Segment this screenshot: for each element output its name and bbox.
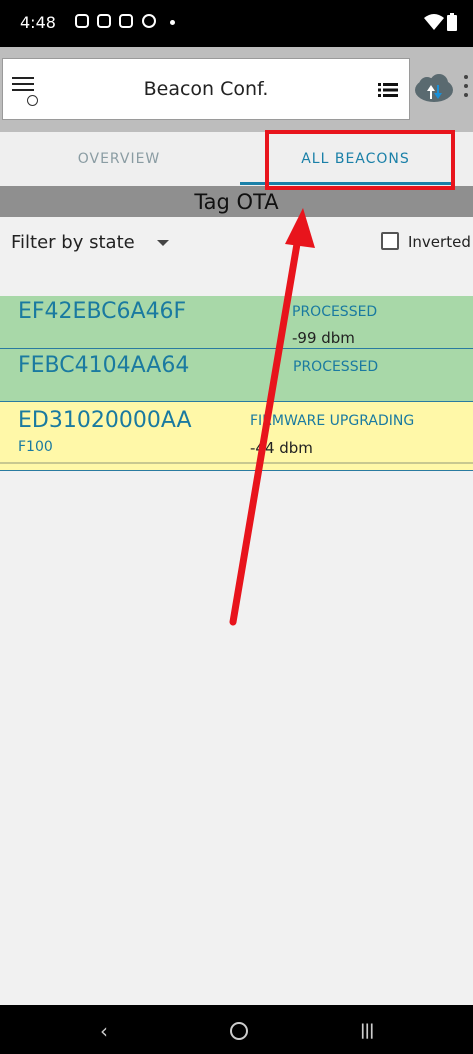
tab-overview[interactable]: OVERVIEW xyxy=(0,132,238,186)
app-bar: Beacon Conf. xyxy=(0,47,473,132)
list-view-icon[interactable] xyxy=(378,82,398,98)
beacon-list-item[interactable]: FEBC4104AA64 PROCESSED xyxy=(0,349,473,402)
beacon-id: EF42EBC6A46F xyxy=(18,299,187,324)
inverted-checkbox[interactable] xyxy=(381,232,399,250)
notification-icon xyxy=(142,14,156,28)
beacon-state: PROCESSED xyxy=(293,359,379,375)
title-card: Beacon Conf. xyxy=(2,58,410,120)
back-icon[interactable]: ‹ xyxy=(100,1019,108,1043)
list-divider xyxy=(0,470,473,471)
filter-by-state-dropdown[interactable]: Filter by state xyxy=(11,232,135,253)
beacon-rssi: -44 dbm xyxy=(250,439,313,457)
annotation-highlight-box xyxy=(265,130,455,190)
battery-icon xyxy=(447,13,457,31)
status-time: 4:48 xyxy=(20,13,56,32)
beacon-rssi: -99 dbm xyxy=(292,329,355,347)
notification-icon xyxy=(97,14,111,28)
dropdown-caret-icon[interactable] xyxy=(157,240,169,246)
system-nav-bar: ‹ ||| xyxy=(0,1005,473,1054)
notification-icon xyxy=(75,14,89,28)
inverted-label: Inverted xyxy=(408,233,471,251)
beacon-id: ED31020000AA xyxy=(18,408,192,433)
status-bar: 4:48 xyxy=(0,0,473,47)
beacon-model: F100 xyxy=(18,439,53,455)
progress-divider xyxy=(0,462,473,464)
wifi-icon xyxy=(424,14,444,30)
beacon-id: FEBC4104AA64 xyxy=(18,353,190,378)
recents-icon[interactable]: ||| xyxy=(360,1021,374,1039)
more-notifications-icon xyxy=(170,20,175,25)
overflow-menu-icon[interactable] xyxy=(464,75,468,102)
cloud-sync-icon[interactable] xyxy=(413,73,455,109)
app-title: Beacon Conf. xyxy=(143,78,269,100)
beacon-state: FIRMWARE UPGRADING xyxy=(250,413,415,429)
beacon-list-item[interactable]: ED31020000AA F100 FIRMWARE UPGRADING -44… xyxy=(0,402,473,471)
beacon-list-item[interactable]: EF42EBC6A46F PROCESSED -99 dbm xyxy=(0,296,473,349)
filter-row: Filter by state Inverted xyxy=(0,217,473,269)
beacon-state: PROCESSED xyxy=(292,304,378,320)
notification-icon xyxy=(119,14,133,28)
home-icon[interactable] xyxy=(230,1022,248,1040)
section-title: Tag OTA xyxy=(0,186,473,217)
